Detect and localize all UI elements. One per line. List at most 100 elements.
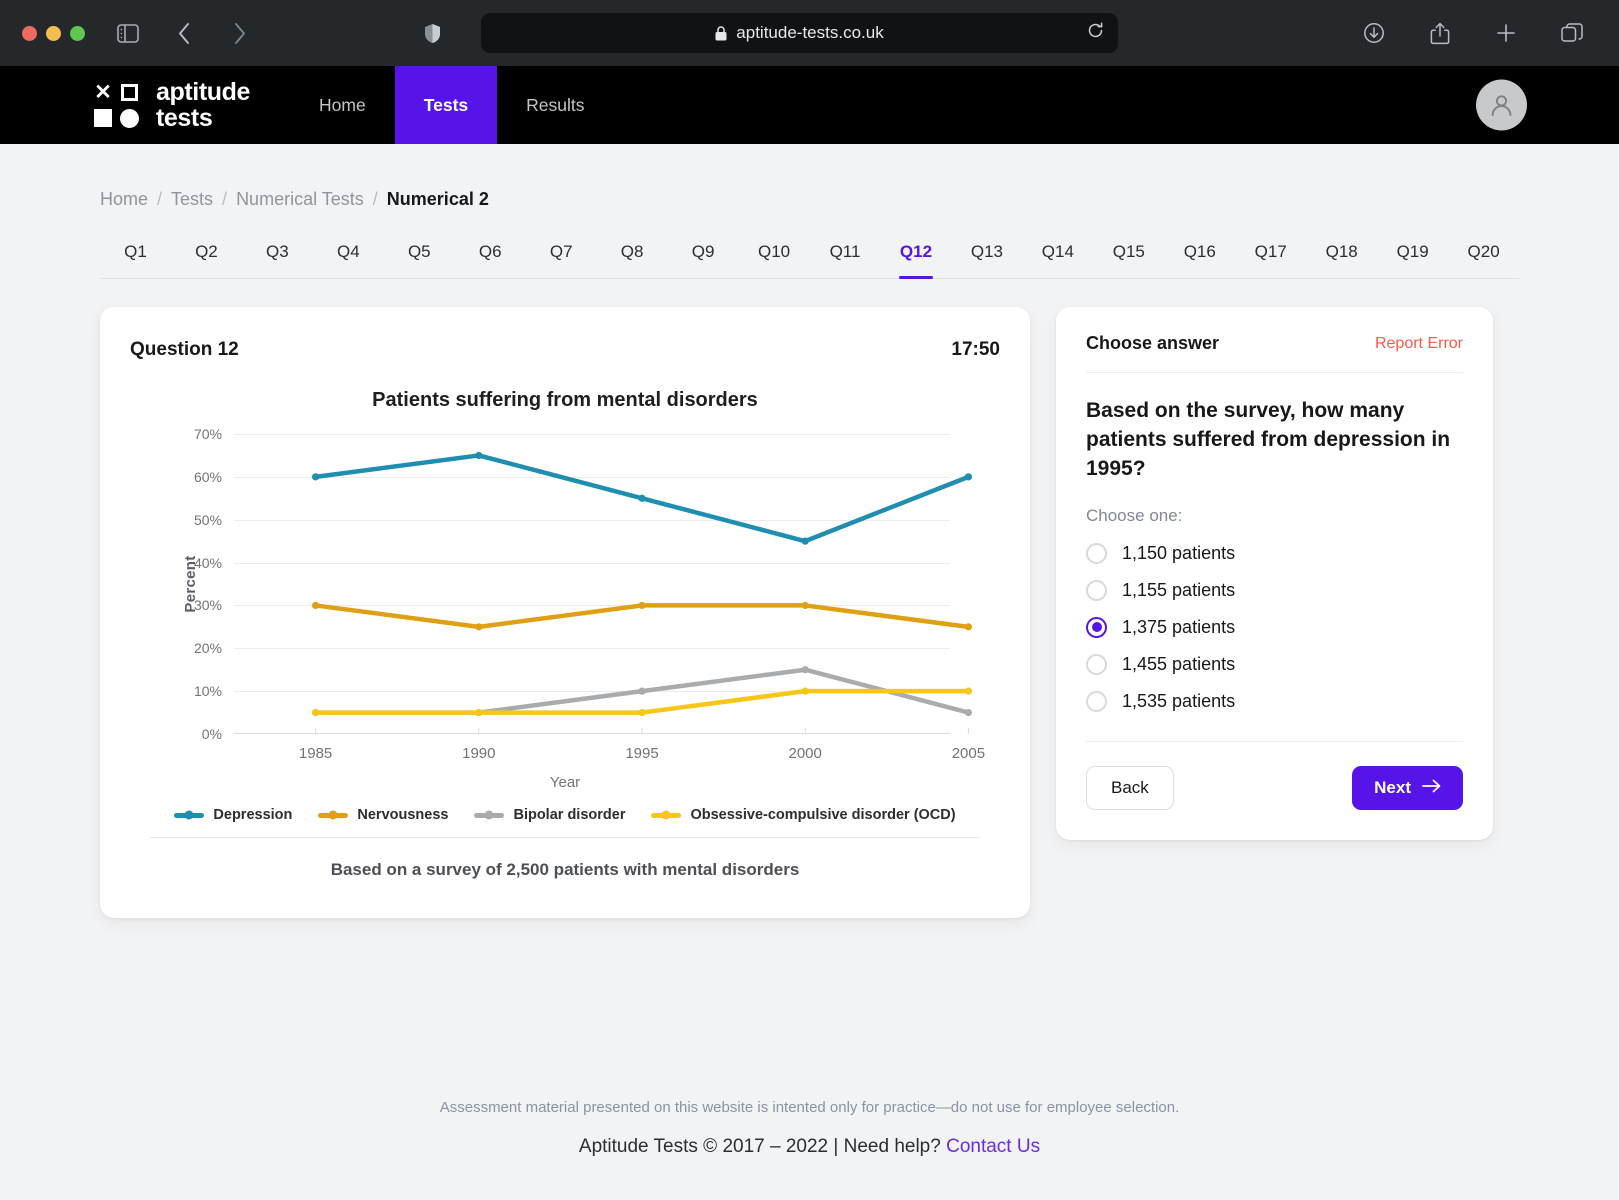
page-content: Home / Tests / Numerical Tests / Numeric… xyxy=(0,144,1619,1200)
footer-disclaimer: Assessment material presented on this we… xyxy=(100,1099,1519,1116)
question-tab-q14[interactable]: Q14 xyxy=(1022,236,1093,278)
question-tab-q18[interactable]: Q18 xyxy=(1306,236,1377,278)
sidebar-icon[interactable] xyxy=(111,16,145,50)
chart-y-tick: 70% xyxy=(194,426,222,442)
question-tab-q7[interactable]: Q7 xyxy=(526,236,597,278)
answer-option-3[interactable]: 1,375 patients xyxy=(1086,614,1463,641)
chart-data-point xyxy=(802,688,809,695)
tab-overview-icon[interactable] xyxy=(1555,16,1589,50)
shield-icon[interactable] xyxy=(415,16,449,50)
answer-option-label: 1,150 patients xyxy=(1122,543,1235,564)
question-tab-q19[interactable]: Q19 xyxy=(1377,236,1448,278)
radio-button[interactable] xyxy=(1086,654,1107,675)
question-tab-q8[interactable]: Q8 xyxy=(597,236,668,278)
breadcrumb-item-tests[interactable]: Tests xyxy=(171,189,213,210)
maximize-window-button[interactable] xyxy=(70,26,85,41)
chart-y-tick: 60% xyxy=(194,469,222,485)
radio-button[interactable] xyxy=(1086,580,1107,601)
question-tab-q16[interactable]: Q16 xyxy=(1164,236,1235,278)
nav-item-results[interactable]: Results xyxy=(497,66,613,144)
question-tab-q5[interactable]: Q5 xyxy=(384,236,455,278)
answer-option-label: 1,375 patients xyxy=(1122,617,1235,638)
chart-x-tick: 1990 xyxy=(462,745,495,762)
question-tab-q17[interactable]: Q17 xyxy=(1235,236,1306,278)
question-card: Question 12 17:50 Patients suffering fro… xyxy=(100,307,1030,918)
brand-line-2: tests xyxy=(156,105,250,132)
next-button[interactable]: Next xyxy=(1352,766,1463,810)
chart-legend-label: Obsessive-compulsive disorder (OCD) xyxy=(690,807,955,823)
answer-options: 1,150 patients 1,155 patients 1,375 patien… xyxy=(1086,540,1463,715)
radio-button[interactable] xyxy=(1086,691,1107,712)
breadcrumb-item-home[interactable]: Home xyxy=(100,189,148,210)
footer-copyright: Aptitude Tests © 2017 – 2022 | Need help… xyxy=(100,1136,1519,1158)
chart-plot-area: Percent 0%10%20%30%40%50%60%70%198519901… xyxy=(234,434,950,734)
address-bar[interactable]: aptitude-tests.co.uk xyxy=(481,13,1118,53)
chart-y-tick: 40% xyxy=(194,555,222,571)
question-tab-q13[interactable]: Q13 xyxy=(951,236,1022,278)
chart-data-point xyxy=(638,495,645,502)
radio-button[interactable] xyxy=(1086,543,1107,564)
answer-option-label: 1,535 patients xyxy=(1122,691,1235,712)
answer-option-5[interactable]: 1,535 patients xyxy=(1086,688,1463,715)
question-tab-q15[interactable]: Q15 xyxy=(1093,236,1164,278)
logo-mark-icon: ✕ xyxy=(92,81,140,129)
chart-x-tick: 1995 xyxy=(625,745,658,762)
chart-legend-swatch xyxy=(651,813,681,818)
chart-data-point xyxy=(312,709,319,716)
contact-us-link[interactable]: Contact Us xyxy=(946,1136,1040,1157)
question-card-header: Question 12 17:50 xyxy=(130,339,1000,361)
chart-legend-swatch xyxy=(474,813,504,818)
share-icon[interactable] xyxy=(1423,16,1457,50)
chart-data-point xyxy=(638,688,645,695)
close-window-button[interactable] xyxy=(22,26,37,41)
browser-toolbar: aptitude-tests.co.uk xyxy=(0,0,1619,66)
question-tab-q2[interactable]: Q2 xyxy=(171,236,242,278)
chart-data-point xyxy=(638,602,645,609)
question-tab-q12[interactable]: Q12 xyxy=(880,236,951,278)
back-arrow-icon[interactable] xyxy=(167,16,201,50)
question-tab-q3[interactable]: Q3 xyxy=(242,236,313,278)
question-tab-q20[interactable]: Q20 xyxy=(1448,236,1519,278)
question-tab-q4[interactable]: Q4 xyxy=(313,236,384,278)
download-icon[interactable] xyxy=(1357,16,1391,50)
answer-option-1[interactable]: 1,150 patients xyxy=(1086,540,1463,567)
answer-option-2[interactable]: 1,155 patients xyxy=(1086,577,1463,604)
breadcrumb-item-numerical-tests[interactable]: Numerical Tests xyxy=(236,189,364,210)
report-error-link[interactable]: Report Error xyxy=(1375,335,1463,353)
brand-logo[interactable]: ✕ aptitude tests xyxy=(92,66,250,144)
minimize-window-button[interactable] xyxy=(46,26,61,41)
chart: Patients suffering from mental disorders… xyxy=(130,371,1000,880)
chart-data-point xyxy=(965,473,972,480)
reload-icon[interactable] xyxy=(1087,22,1104,44)
back-button[interactable]: Back xyxy=(1086,766,1174,810)
answer-option-4[interactable]: 1,455 patients xyxy=(1086,651,1463,678)
page-title: Question 12 xyxy=(130,339,239,361)
question-tab-q1[interactable]: Q1 xyxy=(100,236,171,278)
question-tab-q6[interactable]: Q6 xyxy=(455,236,526,278)
question-tab-q10[interactable]: Q10 xyxy=(739,236,810,278)
chart-legend-label: Depression xyxy=(213,807,292,823)
nav-item-home[interactable]: Home xyxy=(290,66,395,144)
chart-x-axis-label: Year xyxy=(150,774,980,791)
breadcrumb-separator: / xyxy=(373,189,378,210)
choose-one-label: Choose one: xyxy=(1086,506,1463,526)
chart-caption: Based on a survey of 2,500 patients with… xyxy=(150,860,980,880)
forward-arrow-icon[interactable] xyxy=(223,16,257,50)
chart-data-point xyxy=(475,452,482,459)
question-tab-q11[interactable]: Q11 xyxy=(810,236,881,278)
question-text: Based on the survey, how many patients s… xyxy=(1086,397,1463,484)
toolbar-right-actions xyxy=(1357,16,1597,50)
chart-data-point xyxy=(965,623,972,630)
avatar[interactable] xyxy=(1476,80,1527,131)
radio-button[interactable] xyxy=(1086,617,1107,638)
nav-item-tests[interactable]: Tests xyxy=(395,66,497,144)
answer-option-label: 1,155 patients xyxy=(1122,580,1235,601)
plus-icon[interactable] xyxy=(1489,16,1523,50)
chart-y-tick: 50% xyxy=(194,512,222,528)
chart-data-point xyxy=(965,709,972,716)
question-tab-q9[interactable]: Q9 xyxy=(668,236,739,278)
logo-square-outline-icon xyxy=(121,84,138,101)
page-footer: Assessment material presented on this we… xyxy=(100,1099,1519,1200)
arrow-right-icon xyxy=(1422,778,1441,798)
footer-copyright-text: Aptitude Tests © 2017 – 2022 | Need help… xyxy=(579,1136,946,1157)
